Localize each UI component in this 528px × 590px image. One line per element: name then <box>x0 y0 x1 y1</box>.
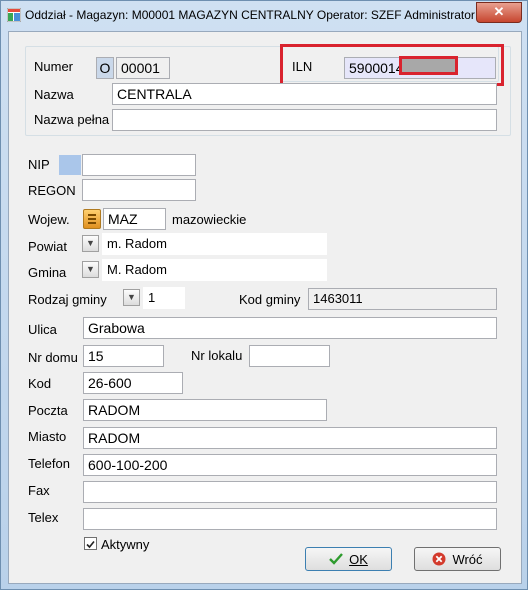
ok-button[interactable]: OK <box>305 547 392 571</box>
wojew-label: Wojew. <box>28 212 70 227</box>
numer-field: 00001 <box>116 57 170 79</box>
cancel-button[interactable]: Wróć <box>414 547 501 571</box>
check-icon <box>329 553 343 565</box>
rodzaj-gminy-label: Rodzaj gminy <box>28 292 107 307</box>
miasto-label: Miasto <box>28 429 67 444</box>
nr-domu-field[interactable]: 15 <box>83 345 164 367</box>
kod-field[interactable]: 26-600 <box>83 372 183 394</box>
numer-prefix: O <box>96 57 114 79</box>
nip-field[interactable] <box>82 154 196 176</box>
dialog-window: Oddział - Magazyn: M00001 MAGAZYN CENTRA… <box>0 0 528 590</box>
regon-label: REGON <box>28 183 76 198</box>
telex-label: Telex <box>28 510 59 525</box>
cancel-icon <box>432 552 446 566</box>
aktywny-checkbox[interactable] <box>84 537 97 550</box>
powiat-label: Powiat <box>28 239 68 254</box>
telex-field[interactable] <box>83 508 497 530</box>
ulica-field[interactable]: Grabowa <box>83 317 497 339</box>
poczta-field[interactable]: RADOM <box>83 399 327 421</box>
ulica-label: Ulica <box>28 322 57 337</box>
wojew-name: mazowieckie <box>172 212 247 227</box>
kod-gminy-field: 1463011 <box>308 288 497 310</box>
nazwa-pelna-field[interactable] <box>112 109 497 131</box>
title-bar[interactable]: Oddział - Magazyn: M00001 MAGAZYN CENTRA… <box>1 1 527 31</box>
nazwa-label: Nazwa <box>34 87 74 102</box>
kod-gminy-label: Kod gminy <box>239 292 301 307</box>
nip-label: NIP <box>28 157 50 172</box>
nr-lokalu-field[interactable] <box>249 345 330 367</box>
nip-indicator <box>59 155 81 175</box>
gmina-field[interactable]: M. Radom <box>102 259 327 281</box>
nr-domu-label: Nr domu <box>28 350 78 365</box>
poczta-label: Poczta <box>28 403 68 418</box>
close-button[interactable]: ✕ <box>476 2 522 23</box>
nazwa-field[interactable]: CENTRALA <box>112 83 497 105</box>
window-title: Oddział - Magazyn: M00001 MAGAZYN CENTRA… <box>25 8 485 22</box>
nazwa-pelna-label: Nazwa pełna <box>34 112 110 127</box>
regon-field[interactable] <box>82 179 196 201</box>
gmina-label: Gmina <box>28 265 67 280</box>
rodzaj-gminy-field[interactable]: 1 <box>143 287 185 309</box>
list-picker-icon[interactable] <box>83 209 101 229</box>
aktywny-label: Aktywny <box>101 537 150 552</box>
rodzaj-gminy-dropdown-button[interactable]: ▼ <box>123 289 140 306</box>
checkmark-icon <box>86 540 95 549</box>
telefon-label: Telefon <box>28 456 70 471</box>
iln-highlight-frame <box>280 44 504 86</box>
gmina-dropdown-button[interactable]: ▼ <box>82 261 99 278</box>
powiat-field[interactable]: m. Radom <box>102 233 327 255</box>
form-area: Numer O 00001 ILN 5900014 Nazwa CENTRALA… <box>8 31 522 584</box>
ok-button-label: OK <box>349 551 368 567</box>
fax-label: Fax <box>28 483 50 498</box>
miasto-field[interactable]: RADOM <box>83 427 497 449</box>
telefon-field[interactable]: 600-100-200 <box>83 454 497 476</box>
app-icon <box>7 8 21 22</box>
fax-field[interactable] <box>83 481 497 503</box>
list-picker-glyph <box>88 214 96 224</box>
nr-lokalu-label: Nr lokalu <box>191 348 243 363</box>
powiat-dropdown-button[interactable]: ▼ <box>82 235 99 252</box>
numer-label: Numer <box>34 59 74 74</box>
cancel-button-label: Wróć <box>452 551 483 567</box>
kod-label: Kod <box>28 376 52 391</box>
wojew-code-field[interactable]: MAZ <box>103 208 166 230</box>
